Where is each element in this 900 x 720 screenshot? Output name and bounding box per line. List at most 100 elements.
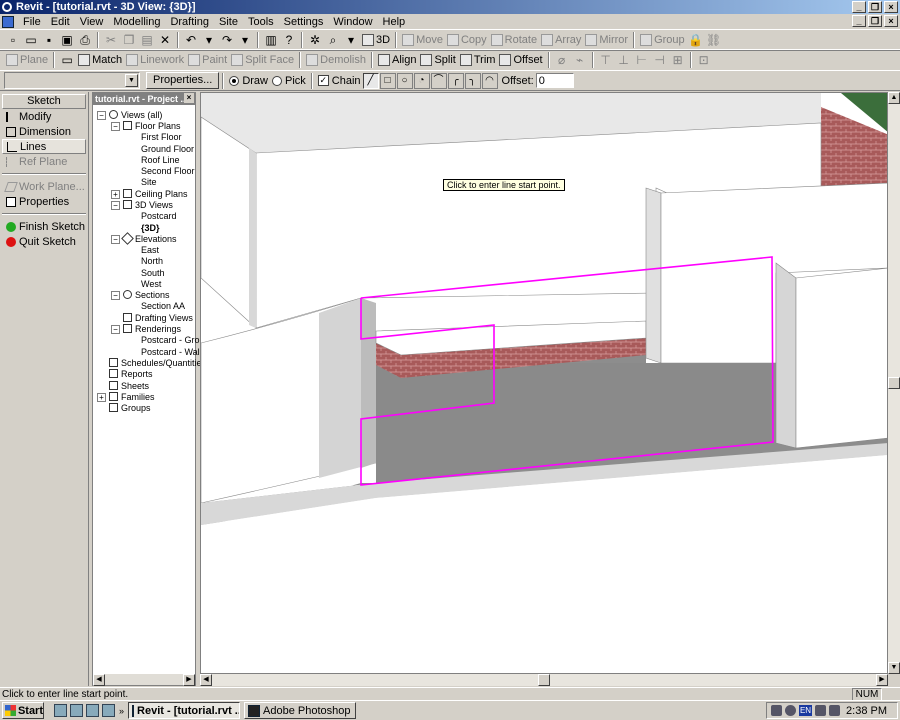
group-button[interactable]: Group bbox=[638, 31, 687, 49]
tray-network-icon[interactable] bbox=[785, 705, 796, 716]
quit-sketch[interactable]: Quit Sketch bbox=[2, 234, 86, 249]
start-button[interactable]: Start bbox=[2, 702, 44, 719]
scroll-down-icon[interactable]: ▼ bbox=[888, 662, 900, 674]
browser-horizontal-scrollbar[interactable]: ◀ ▶ bbox=[93, 673, 195, 686]
mirror-button[interactable]: Mirror bbox=[583, 31, 630, 49]
collapse-icon[interactable]: − bbox=[111, 122, 120, 131]
close-button[interactable]: × bbox=[884, 1, 898, 13]
tree-floor-plans[interactable]: Floor Plans bbox=[123, 121, 181, 132]
align-top-icon[interactable]: ⊤ bbox=[597, 52, 615, 68]
line-tool-icon[interactable]: ╱ bbox=[362, 72, 379, 89]
undo-icon[interactable]: ↶ bbox=[182, 32, 200, 48]
menu-modelling[interactable]: Modelling bbox=[108, 16, 165, 28]
demolish-button[interactable]: Demolish bbox=[304, 51, 368, 69]
draw-radio-indicator[interactable] bbox=[229, 75, 240, 86]
collapse-icon[interactable]: − bbox=[111, 325, 120, 334]
taskbar-photoshop[interactable]: Adobe Photoshop bbox=[244, 702, 357, 719]
doc-close-button[interactable]: × bbox=[884, 15, 898, 27]
circle-tool-icon[interactable]: ○ bbox=[396, 72, 413, 89]
align-right-icon[interactable]: ⊣ bbox=[651, 52, 669, 68]
show-desktop-icon[interactable] bbox=[54, 704, 67, 717]
menu-help[interactable]: Help bbox=[378, 16, 411, 28]
chain-checkbox[interactable]: ✓ Chain bbox=[316, 72, 363, 90]
tree-schedules[interactable]: Schedules/Quantitie bbox=[109, 358, 202, 369]
align-center-icon[interactable]: ⊞ bbox=[669, 52, 687, 68]
tree-west[interactable]: West bbox=[141, 279, 161, 290]
save-all-icon[interactable]: ▣ bbox=[58, 32, 76, 48]
tree-3d-default[interactable]: {3D} bbox=[141, 223, 160, 234]
menu-edit[interactable]: Edit bbox=[46, 16, 75, 28]
rotate-button[interactable]: Rotate bbox=[489, 31, 539, 49]
pin-icon[interactable]: ⊡ bbox=[695, 52, 713, 68]
array-button[interactable]: Array bbox=[539, 31, 583, 49]
collapse-icon[interactable]: − bbox=[111, 235, 120, 244]
language-indicator[interactable]: EN bbox=[799, 705, 812, 716]
copy-icon[interactable]: ❐ bbox=[120, 32, 138, 48]
scroll-left-icon[interactable]: ◀ bbox=[200, 674, 212, 686]
paint-button[interactable]: Paint bbox=[186, 51, 229, 69]
scroll-right-icon[interactable]: ▶ bbox=[183, 674, 195, 686]
delete-icon[interactable]: ✕ bbox=[156, 32, 174, 48]
vertical-scroll-thumb[interactable] bbox=[888, 377, 900, 389]
redo-icon[interactable]: ↷ bbox=[218, 32, 236, 48]
cut-icon[interactable]: ✂ bbox=[102, 32, 120, 48]
sketch-lines[interactable]: Lines bbox=[2, 139, 86, 154]
tree-east[interactable]: East bbox=[141, 245, 159, 256]
menu-site[interactable]: Site bbox=[214, 16, 243, 28]
default-3d-view-button[interactable]: 3D bbox=[360, 31, 392, 49]
tree-south[interactable]: South bbox=[141, 268, 165, 279]
tray-app-icon[interactable] bbox=[771, 705, 782, 716]
menu-view[interactable]: View bbox=[75, 16, 109, 28]
offset-button[interactable]: Offset bbox=[497, 51, 544, 69]
match-button[interactable]: Match bbox=[76, 51, 124, 69]
outlook-icon[interactable] bbox=[86, 704, 99, 717]
tree-postcard-ground[interactable]: Postcard - Grou bbox=[141, 335, 205, 346]
tree-renderings[interactable]: Renderings bbox=[123, 324, 181, 335]
tree-views-all[interactable]: Views (all) bbox=[109, 110, 162, 121]
taskbar-clock[interactable]: 2:38 PM bbox=[846, 705, 887, 717]
pick-radio[interactable]: Pick bbox=[270, 72, 308, 90]
align-middle-icon[interactable]: ⊥ bbox=[615, 52, 633, 68]
tree-ceiling-plans[interactable]: Ceiling Plans bbox=[123, 189, 188, 200]
scroll-right-icon[interactable]: ▶ bbox=[876, 674, 888, 686]
tree-first-floor[interactable]: First Floor bbox=[141, 132, 182, 143]
new-file-icon[interactable]: ▫ bbox=[4, 32, 22, 48]
split-face-button[interactable]: Split Face bbox=[229, 51, 296, 69]
arc-fillet-icon[interactable]: ╮ bbox=[464, 72, 481, 89]
rectangle-tool-icon[interactable]: □ bbox=[379, 72, 396, 89]
scroll-left-icon[interactable]: ◀ bbox=[93, 674, 105, 686]
finish-sketch[interactable]: Finish Sketch bbox=[2, 219, 86, 234]
type-selector-dropdown[interactable]: ▼ bbox=[4, 72, 140, 89]
menu-drafting[interactable]: Drafting bbox=[165, 16, 214, 28]
tree-postcard-wall[interactable]: Postcard - Wall bbox=[141, 347, 202, 358]
thin-lines-icon[interactable]: ▥ bbox=[262, 32, 280, 48]
tree-site[interactable]: Site bbox=[141, 177, 157, 188]
lock-icon[interactable]: 🔒 bbox=[687, 32, 705, 48]
tree-sheets[interactable]: Sheets bbox=[109, 381, 149, 392]
tree-drafting-views[interactable]: Drafting Views bbox=[123, 313, 193, 324]
vertical-scrollbar[interactable]: ▲ ▼ bbox=[888, 92, 900, 674]
expand-icon[interactable]: + bbox=[111, 190, 120, 199]
zoom-icon[interactable]: ⌕ bbox=[324, 32, 342, 48]
tray-volume-icon[interactable] bbox=[815, 705, 826, 716]
close-browser-icon[interactable]: × bbox=[184, 93, 194, 103]
pick-radio-indicator[interactable] bbox=[271, 75, 282, 86]
print-icon[interactable]: ⎙ bbox=[76, 32, 94, 48]
align-left-icon[interactable]: ⊢ bbox=[633, 52, 651, 68]
properties-button[interactable]: Properties... bbox=[146, 72, 220, 89]
sketch-dimension[interactable]: Dimension bbox=[2, 124, 86, 139]
dropdown-arrow-icon[interactable]: ▼ bbox=[125, 74, 138, 87]
doc-restore-button[interactable]: ❐ bbox=[868, 15, 882, 27]
align-button[interactable]: Align bbox=[376, 51, 418, 69]
sketch-work-plane[interactable]: Work Plane... bbox=[2, 179, 86, 194]
tree-roof-line[interactable]: Roof Line bbox=[141, 155, 180, 166]
tree-groups[interactable]: Groups bbox=[109, 403, 151, 414]
menu-file[interactable]: File bbox=[18, 16, 46, 28]
tray-monitor-icon[interactable] bbox=[829, 705, 840, 716]
3d-view-canvas[interactable]: Click to enter line start point. bbox=[200, 92, 888, 674]
restore-button[interactable]: ❐ bbox=[868, 1, 882, 13]
measure-icon[interactable]: ▭ bbox=[58, 52, 76, 68]
dynamic-view-icon[interactable]: ✲ bbox=[306, 32, 324, 48]
tree-postcard[interactable]: Postcard bbox=[141, 211, 177, 222]
document-icon[interactable] bbox=[2, 15, 14, 28]
